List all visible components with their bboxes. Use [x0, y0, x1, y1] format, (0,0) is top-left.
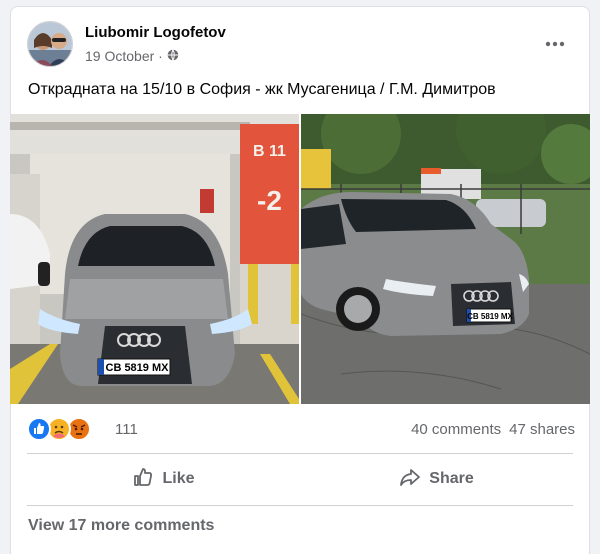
shares-count[interactable]: 47 shares — [509, 421, 575, 438]
post-card: Liubomir Logofetov 19 October · Открадна… — [10, 6, 590, 554]
license-plate-2: CB 5819 MX — [467, 312, 513, 321]
more-options-button[interactable] — [539, 33, 571, 53]
more-dots-icon — [545, 34, 565, 52]
license-plate-1: CB 5819 MX — [106, 362, 170, 374]
post-text: Откраднатa на 15/10 в София - жк Мусаген… — [28, 81, 496, 98]
photo-grid: B 11 -2 CB 5819 MX CB 5819 MX — [10, 114, 590, 404]
action-bar: Like Share — [27, 457, 573, 501]
share-button[interactable]: Share — [300, 457, 573, 501]
author-avatar[interactable] — [27, 21, 73, 67]
reaction-count[interactable]: 111 — [115, 421, 138, 438]
like-label: Like — [162, 470, 195, 487]
globe-icon — [167, 48, 179, 64]
comments-count[interactable]: 40 comments — [411, 421, 501, 438]
share-label: Share — [429, 470, 474, 487]
view-more-comments-link[interactable]: View 17 more comments — [28, 517, 214, 535]
divider-bottom — [27, 505, 573, 506]
share-arrow-icon — [399, 466, 421, 493]
post-stats: 40 comments 47 shares — [411, 421, 575, 438]
reactions-bar: 111 40 comments 47 shares — [27, 417, 575, 443]
post-date[interactable]: 19 October · — [85, 48, 163, 64]
photo-street[interactable]: CB 5819 MX — [301, 114, 590, 404]
reaction-icons[interactable] — [27, 417, 91, 446]
level-label: -2 — [257, 185, 282, 216]
thumbs-up-icon — [132, 466, 154, 493]
author-name[interactable]: Liubomir Logofetov — [85, 24, 226, 41]
photo-garage[interactable]: B 11 -2 CB 5819 MX — [10, 114, 299, 404]
divider-top — [27, 453, 573, 454]
like-icon — [27, 417, 51, 446]
post-header: Liubomir Logofetov 19 October · — [27, 19, 573, 71]
post-meta: 19 October · — [85, 48, 179, 64]
pillar-label: B 11 — [253, 143, 286, 160]
like-button[interactable]: Like — [27, 457, 300, 501]
